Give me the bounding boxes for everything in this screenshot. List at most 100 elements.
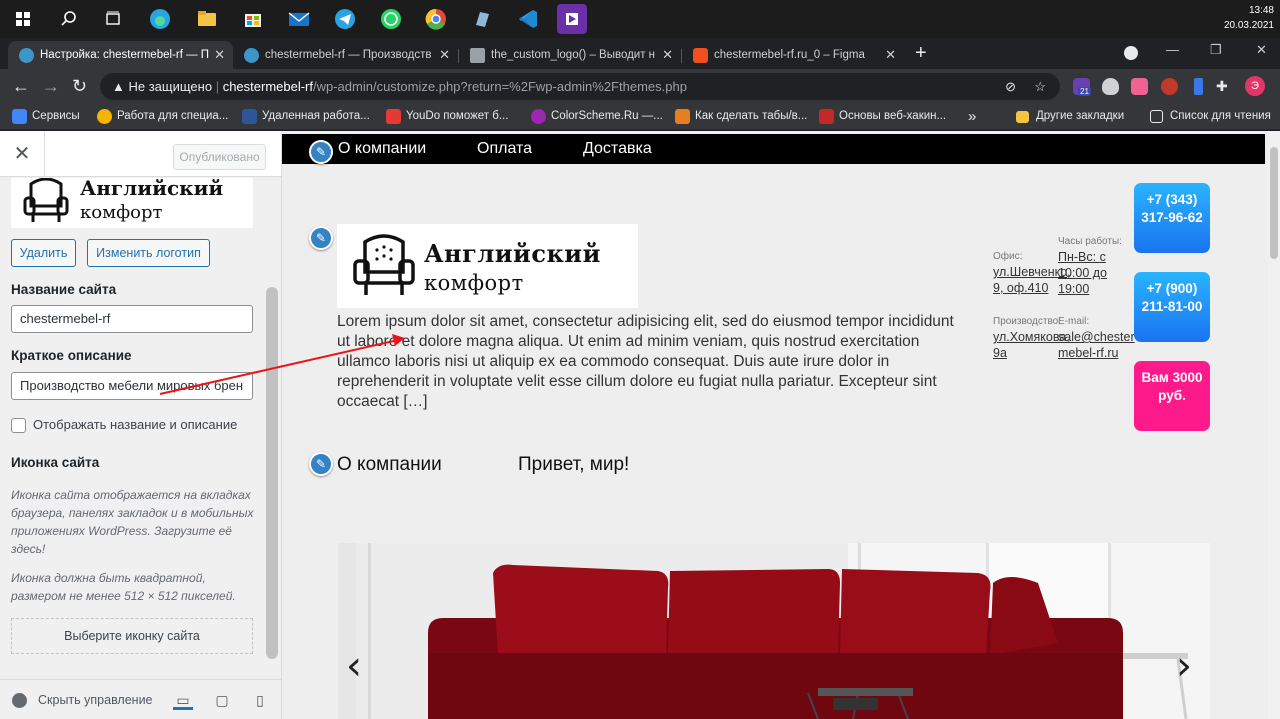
windows-taskbar: 13:48 20.03.2021 <box>0 0 1280 38</box>
tagline-input[interactable]: Производство мебели мировых брен <box>11 372 253 400</box>
armchair-icon <box>353 234 415 295</box>
logo-preview: Английский комфорт <box>11 178 253 228</box>
remove-logo-button[interactable]: Удалить <box>11 239 76 267</box>
reading-list-icon <box>1150 110 1163 123</box>
tagline-label: Краткое описание <box>11 348 132 363</box>
close-tab-icon[interactable]: ✕ <box>885 41 896 69</box>
color-ext-icon[interactable] <box>1131 78 1148 95</box>
display-title-label: Отображать название и описание <box>33 417 238 432</box>
bookmark-item[interactable]: ColorScheme.Ru —... <box>531 103 663 130</box>
reload-icon[interactable]: ↻ <box>72 75 87 97</box>
bookmark-item[interactable]: Удаленная работа... <box>242 103 370 130</box>
bookmark-item[interactable]: Работа для специа... <box>97 103 228 130</box>
phone-button-1[interactable]: +7 (343) 317-96-62 <box>1134 183 1210 253</box>
new-tab-button[interactable]: + <box>915 42 927 65</box>
browser-tab-customizer[interactable]: Настройка: chestermebel-rf — П ✕ <box>8 41 233 69</box>
sidebar-scrollbar[interactable] <box>266 287 278 659</box>
close-window-icon[interactable]: ✕ <box>1256 42 1267 58</box>
slider-prev-arrow[interactable]: ‹ <box>346 643 362 689</box>
bookmark-label: Сервисы <box>32 110 80 122</box>
customizer-sidebar: ✕ Опубликовано Английский комфорт Удалит… <box>0 131 282 719</box>
reading-list-button[interactable]: Список для чтения <box>1150 103 1271 130</box>
desktop-preview-icon[interactable]: ▭ <box>173 690 193 710</box>
whatsapp-icon[interactable] <box>376 4 406 34</box>
customizer-footer: Скрыть управление ▭ ▢ ▯ <box>0 679 281 719</box>
minimize-window-icon[interactable]: — <box>1166 42 1179 57</box>
preview-scrollbar-thumb[interactable] <box>1270 147 1278 259</box>
shield-ext-icon[interactable] <box>1102 78 1119 95</box>
browser-tab-site[interactable]: chestermebel-rf — Производств ✕ <box>233 41 458 69</box>
mobile-preview-icon[interactable]: ▯ <box>250 690 270 710</box>
site-title-label: Название сайта <box>11 282 117 297</box>
edit-shortcut-pencil-icon[interactable]: ✎ <box>309 452 333 476</box>
clock-date: 20.03.2021 <box>1223 20 1274 31</box>
telegram-icon[interactable] <box>330 4 360 34</box>
site-preview: О компании Оплата Доставка ✎ ✎ Английски… <box>282 131 1280 719</box>
notes-icon[interactable] <box>467 4 497 34</box>
other-bookmarks-folder[interactable]: Другие закладки <box>1016 103 1124 130</box>
close-customizer-icon[interactable]: ✕ <box>0 131 45 177</box>
site-icon-size-hint: Иконка должна быть квадратной, размером … <box>11 571 236 603</box>
close-tab-icon[interactable]: ✕ <box>662 41 673 69</box>
bookmark-item[interactable]: Как сделать табы/в... <box>675 103 807 130</box>
nav-item-delivery[interactable]: Доставка <box>583 134 652 164</box>
media-player-icon[interactable] <box>557 4 587 34</box>
vscode-icon[interactable] <box>513 4 543 34</box>
email-link[interactable]: sale@chestermebel-rf.ru <box>1058 329 1138 361</box>
bookmark-item[interactable]: YouDo поможет б... <box>386 103 508 130</box>
puzzle-icon[interactable]: ✚ <box>1216 78 1233 95</box>
promo-button[interactable]: Вам 3000 руб. <box>1134 361 1210 431</box>
nav-item-payment[interactable]: Оплата <box>477 134 532 164</box>
forward-icon[interactable]: → <box>42 75 60 97</box>
restore-window-icon[interactable]: ❐ <box>1210 42 1222 58</box>
address-bar[interactable]: ▲ Не защищено | chestermebel-rf/wp-admin… <box>100 73 1060 100</box>
site-title-input[interactable]: chestermebel-rf <box>11 305 253 333</box>
tab-title: chestermebel-rf.ru_0 – Figma <box>714 49 865 61</box>
bookmark-item[interactable]: Основы веб-хакин... <box>819 103 946 130</box>
section-hello-title[interactable]: Привет, мир! <box>518 454 629 476</box>
close-tab-icon[interactable]: ✕ <box>439 41 450 69</box>
back-icon[interactable]: ← <box>12 75 30 97</box>
folder-icon <box>1016 111 1029 123</box>
slider-next-arrow[interactable]: › <box>1176 643 1192 689</box>
browser-tab-docs[interactable]: the_custom_logo() – Выводит н ✕ <box>459 41 681 69</box>
tablet-preview-icon[interactable]: ▢ <box>212 690 232 710</box>
change-logo-button[interactable]: Изменить логотип <box>87 239 210 267</box>
windows-start-icon[interactable] <box>8 4 38 34</box>
site-logo[interactable]: Английский комфорт <box>337 224 638 308</box>
published-button[interactable]: Опубликовано <box>173 144 266 170</box>
hide-controls-button[interactable]: Скрыть управление <box>12 691 153 709</box>
file-explorer-icon[interactable] <box>192 4 222 34</box>
tab-search-icon[interactable] <box>1124 46 1138 60</box>
select-site-icon-button[interactable]: Выберите иконку сайта <box>11 618 253 654</box>
logo-text-line2: комфорт <box>80 202 163 223</box>
edit-shortcut-pencil-icon[interactable]: ✎ <box>309 140 333 164</box>
chrome-icon[interactable] <box>421 4 451 34</box>
store-icon[interactable] <box>238 4 268 34</box>
bookmarks-overflow-button[interactable]: » <box>968 103 976 130</box>
armchair-icon <box>23 178 69 222</box>
nav-item-about[interactable]: О компании <box>338 134 426 164</box>
site-description-text: Lorem ipsum dolor sit amet, consectetur … <box>337 313 954 410</box>
task-view-icon[interactable] <box>98 4 128 34</box>
close-tab-icon[interactable]: ✕ <box>214 41 225 69</box>
sofa-photo <box>338 543 1210 719</box>
extension-badge-icon[interactable]: 21 <box>1073 78 1091 96</box>
section-about-title[interactable]: О компании <box>337 454 442 476</box>
edit-shortcut-pencil-icon[interactable]: ✎ <box>309 226 333 250</box>
system-clock[interactable]: 13:48 20.03.2021 <box>1224 3 1274 33</box>
preview-scrollbar[interactable] <box>1268 131 1280 719</box>
display-title-checkbox[interactable] <box>11 418 26 433</box>
mail-icon[interactable] <box>284 4 314 34</box>
search-icon[interactable] <box>54 4 84 34</box>
edge-icon[interactable] <box>145 4 175 34</box>
bookmark-services[interactable]: Сервисы <box>12 103 80 130</box>
hours-label: Часы работы: <box>1058 236 1122 247</box>
record-ext-icon[interactable] <box>1161 78 1178 95</box>
browser-tab-figma[interactable]: chestermebel-rf.ru_0 – Figma ✕ <box>682 41 904 69</box>
tracking-protection-icon[interactable]: ⊘ <box>1005 73 1016 100</box>
blue-ext-icon[interactable] <box>1194 78 1203 95</box>
phone-button-2[interactable]: +7 (900) 211-81-00 <box>1134 272 1210 342</box>
profile-avatar[interactable]: Э <box>1245 76 1265 96</box>
bookmark-star-icon[interactable]: ☆ <box>1034 73 1046 100</box>
